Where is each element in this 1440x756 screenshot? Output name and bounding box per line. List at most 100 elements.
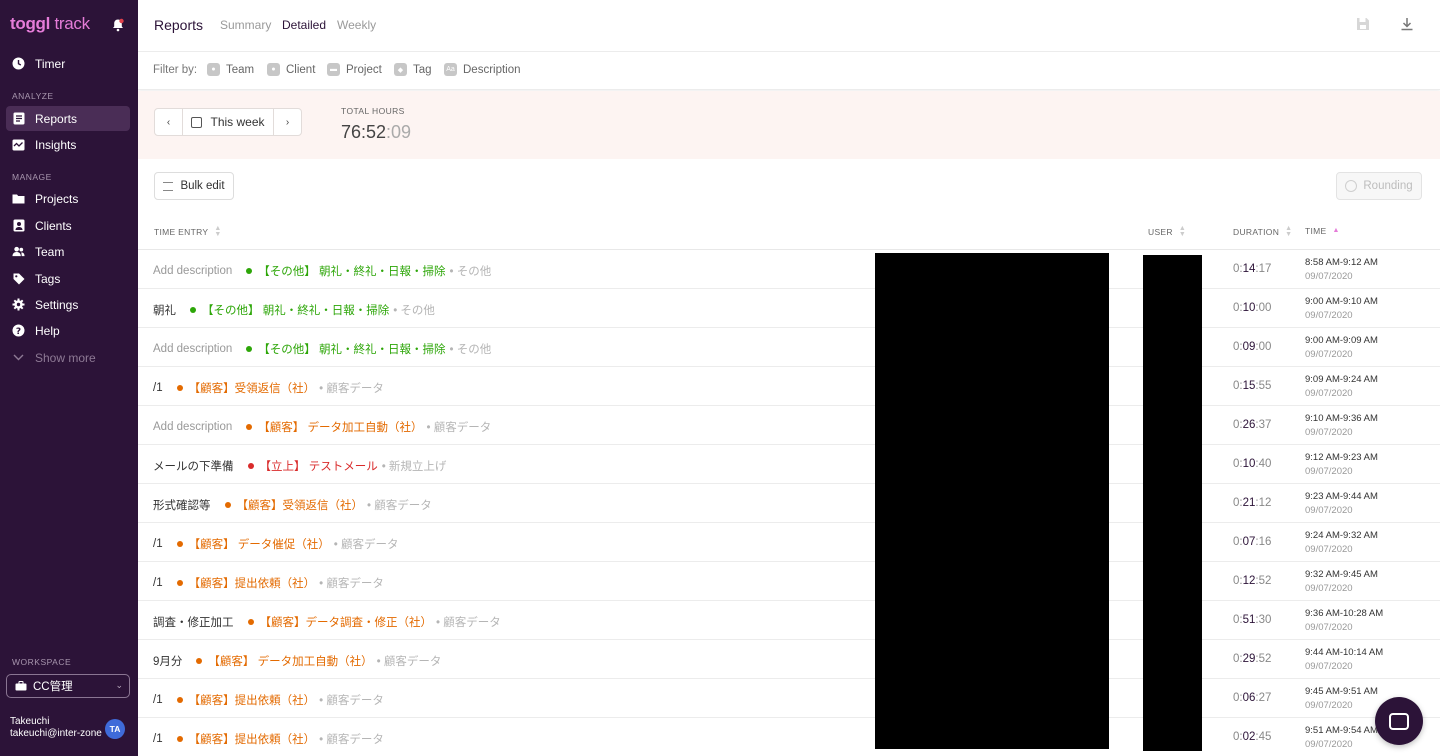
entry-project[interactable]: 【顧客】提出依頼（社） [189, 731, 316, 747]
table-row[interactable]: /1 【顧客】提出依頼（社） • 顧客データ 0:02:45 9:51 AM-9:54 … [138, 718, 1440, 756]
entry-project[interactable]: 【立上】 テストメール [260, 458, 378, 474]
table-row[interactable]: /1 【顧客】受領返信（社） • 顧客データ 0:15:55 9:09 AM-9:24 … [138, 367, 1440, 406]
entry-duration[interactable]: 0:26:37 [1233, 419, 1271, 431]
entry-time[interactable]: 9:12 AM-9:23 AM 09/07/2020 [1305, 451, 1378, 479]
filter-project[interactable]: ▬ Project [327, 63, 382, 76]
entry-duration[interactable]: 0:29:52 [1233, 653, 1271, 665]
table-row[interactable]: /1 【顧客】 データ催促（社） • 顧客データ 0:07:16 9:24 AM-9:3… [138, 523, 1440, 562]
sidebar-item-show-more[interactable]: Show more [6, 345, 130, 370]
entry-description[interactable]: Add description [153, 343, 232, 355]
filter-tag[interactable]: ◆ Tag [394, 63, 432, 76]
sidebar-item-insights[interactable]: Insights [6, 132, 130, 157]
table-row[interactable]: Add description 【その他】 朝礼・終礼・日報・掃除 • その他 0:0… [138, 328, 1440, 367]
entry-time[interactable]: 8:58 AM-9:12 AM 09/07/2020 [1305, 256, 1378, 284]
entry-description[interactable]: /1 [153, 382, 163, 394]
entry-time[interactable]: 9:00 AM-9:09 AM 09/07/2020 [1305, 334, 1378, 362]
column-header-time[interactable]: TIME ▲ [1305, 226, 1340, 236]
entry-duration[interactable]: 0:02:45 [1233, 731, 1271, 743]
table-row[interactable]: /1 【顧客】提出依頼（社） • 顧客データ 0:12:52 9:32 AM-9:45 … [138, 562, 1440, 601]
entry-description[interactable]: Add description [153, 421, 232, 433]
entry-time[interactable]: 9:00 AM-9:10 AM 09/07/2020 [1305, 295, 1378, 323]
entry-time[interactable]: 9:45 AM-9:51 AM 09/07/2020 [1305, 685, 1378, 713]
entry-duration[interactable]: 0:10:00 [1233, 302, 1271, 314]
entry-description[interactable]: /1 [153, 733, 163, 745]
entry-description[interactable]: Add description [153, 265, 232, 277]
filter-team[interactable]: ● Team [207, 63, 254, 76]
save-icon[interactable] [1356, 17, 1372, 33]
sidebar-item-reports[interactable]: Reports [6, 106, 130, 131]
entry-description[interactable]: 9月分 [153, 653, 182, 669]
rounding-button[interactable]: Rounding [1336, 172, 1422, 200]
entry-description[interactable]: /1 [153, 538, 163, 550]
entry-time[interactable]: 9:10 AM-9:36 AM 09/07/2020 [1305, 412, 1378, 440]
filter-client[interactable]: ● Client [267, 63, 315, 76]
avatar[interactable]: TA [105, 719, 125, 739]
entry-project[interactable]: 【顧客】提出依頼（社） [189, 575, 316, 591]
sidebar-item-clients[interactable]: Clients [6, 213, 130, 238]
chat-button[interactable] [1375, 697, 1423, 745]
table-row[interactable]: 9月分 【顧客】 データ加工自動（社） • 顧客データ 0:29:52 9:44 AM-… [138, 640, 1440, 679]
filter-description[interactable]: Aa Description [444, 63, 521, 76]
column-header-user[interactable]: USER ▲ ▼ [1148, 225, 1186, 238]
entry-project[interactable]: 【顧客】データ調査・修正（社） [260, 614, 433, 630]
table-row[interactable]: 朝礼 【その他】 朝礼・終礼・日報・掃除 • その他 0:10:00 9:00 AM-9… [138, 289, 1440, 328]
table-row[interactable]: Add description 【顧客】 データ加工自動（社） • 顧客データ 0:2… [138, 406, 1440, 445]
entry-duration[interactable]: 0:06:27 [1233, 692, 1271, 704]
table-row[interactable]: Add description 【その他】 朝礼・終礼・日報・掃除 • その他 0:1… [138, 250, 1440, 289]
entry-project[interactable]: 【顧客】 データ加工自動（社） [208, 653, 372, 669]
entry-project[interactable]: 【顧客】受領返信（社） [237, 497, 364, 513]
entry-description[interactable]: /1 [153, 694, 163, 706]
entry-duration[interactable]: 0:12:52 [1233, 575, 1271, 587]
entry-project[interactable]: 【その他】 朝礼・終礼・日報・掃除 [202, 302, 389, 318]
column-header-entry[interactable]: TIME ENTRY ▲ ▼ [154, 225, 222, 238]
bulk-edit-button[interactable]: Bulk edit [154, 172, 234, 200]
entry-description[interactable]: 形式確認等 [153, 497, 211, 513]
chevron-right-icon[interactable]: › [274, 109, 301, 135]
sidebar-item-projects[interactable]: Projects [6, 186, 130, 211]
entry-time[interactable]: 9:24 AM-9:32 AM 09/07/2020 [1305, 529, 1378, 557]
entry-duration[interactable]: 0:51:30 [1233, 614, 1271, 626]
entry-duration[interactable]: 0:14:17 [1233, 263, 1271, 275]
entry-time[interactable]: 9:09 AM-9:24 AM 09/07/2020 [1305, 373, 1378, 401]
entry-time[interactable]: 9:36 AM-10:28 AM 09/07/2020 [1305, 607, 1383, 635]
entry-project[interactable]: 【顧客】受領返信（社） [189, 380, 316, 396]
sidebar-item-settings[interactable]: Settings [6, 292, 130, 317]
entry-description[interactable]: /1 [153, 577, 163, 589]
tab-weekly[interactable]: Weekly [337, 18, 376, 32]
entry-description[interactable]: 朝礼 [153, 302, 176, 318]
download-icon[interactable] [1400, 17, 1416, 33]
entry-project[interactable]: 【その他】 朝礼・終礼・日報・掃除 [258, 341, 445, 357]
entry-project[interactable]: 【顧客】 データ催促（社） [189, 536, 330, 552]
workspace-select[interactable]: CC管理 ⌄ [6, 674, 130, 698]
tab-summary[interactable]: Summary [220, 18, 271, 32]
sidebar-item-tags[interactable]: Tags [6, 266, 130, 291]
tab-detailed[interactable]: Detailed [282, 18, 326, 32]
toggl-logo[interactable]: toggl track [10, 14, 90, 34]
entry-duration[interactable]: 0:10:40 [1233, 458, 1271, 470]
entry-time[interactable]: 9:23 AM-9:44 AM 09/07/2020 [1305, 490, 1378, 518]
bell-icon[interactable] [111, 18, 125, 32]
entry-time[interactable]: 9:44 AM-10:14 AM 09/07/2020 [1305, 646, 1383, 674]
table-row[interactable]: 形式確認等 【顧客】受領返信（社） • 顧客データ 0:21:12 9:23 AM-9:… [138, 484, 1440, 523]
entry-project[interactable]: 【顧客】提出依頼（社） [189, 692, 316, 708]
entry-project[interactable]: 【その他】 朝礼・終礼・日報・掃除 [258, 263, 445, 279]
entry-description[interactable]: 調査・修正加工 [153, 614, 234, 630]
entry-duration[interactable]: 0:07:16 [1233, 536, 1271, 548]
sidebar-item-help[interactable]: ? Help [6, 318, 130, 343]
user-info[interactable]: Takeuchi takeuchi@inter-zone... [10, 716, 102, 740]
sidebar-item-timer[interactable]: Timer [6, 51, 130, 76]
entry-project[interactable]: 【顧客】 データ加工自動（社） [258, 419, 422, 435]
entry-time[interactable]: 9:51 AM-9:54 AM 09/07/2020 [1305, 724, 1378, 752]
sidebar-item-team[interactable]: Team [6, 239, 130, 264]
entry-duration[interactable]: 0:09:00 [1233, 341, 1271, 353]
table-row[interactable]: メールの下準備 【立上】 テストメール • 新規立上げ 0:10:40 9:12 AM-… [138, 445, 1440, 484]
entry-duration[interactable]: 0:15:55 [1233, 380, 1271, 392]
column-header-duration[interactable]: DURATION ▲ ▼ [1233, 225, 1292, 238]
entry-duration[interactable]: 0:21:12 [1233, 497, 1271, 509]
entry-time[interactable]: 9:32 AM-9:45 AM 09/07/2020 [1305, 568, 1378, 596]
date-range-button[interactable]: This week [182, 109, 274, 135]
entry-description[interactable]: メールの下準備 [153, 458, 234, 474]
chevron-left-icon[interactable]: ‹ [155, 109, 182, 135]
table-row[interactable]: /1 【顧客】提出依頼（社） • 顧客データ 0:06:27 9:45 AM-9:51 … [138, 679, 1440, 718]
table-row[interactable]: 調査・修正加工 【顧客】データ調査・修正（社） • 顧客データ 0:51:30 9:36… [138, 601, 1440, 640]
